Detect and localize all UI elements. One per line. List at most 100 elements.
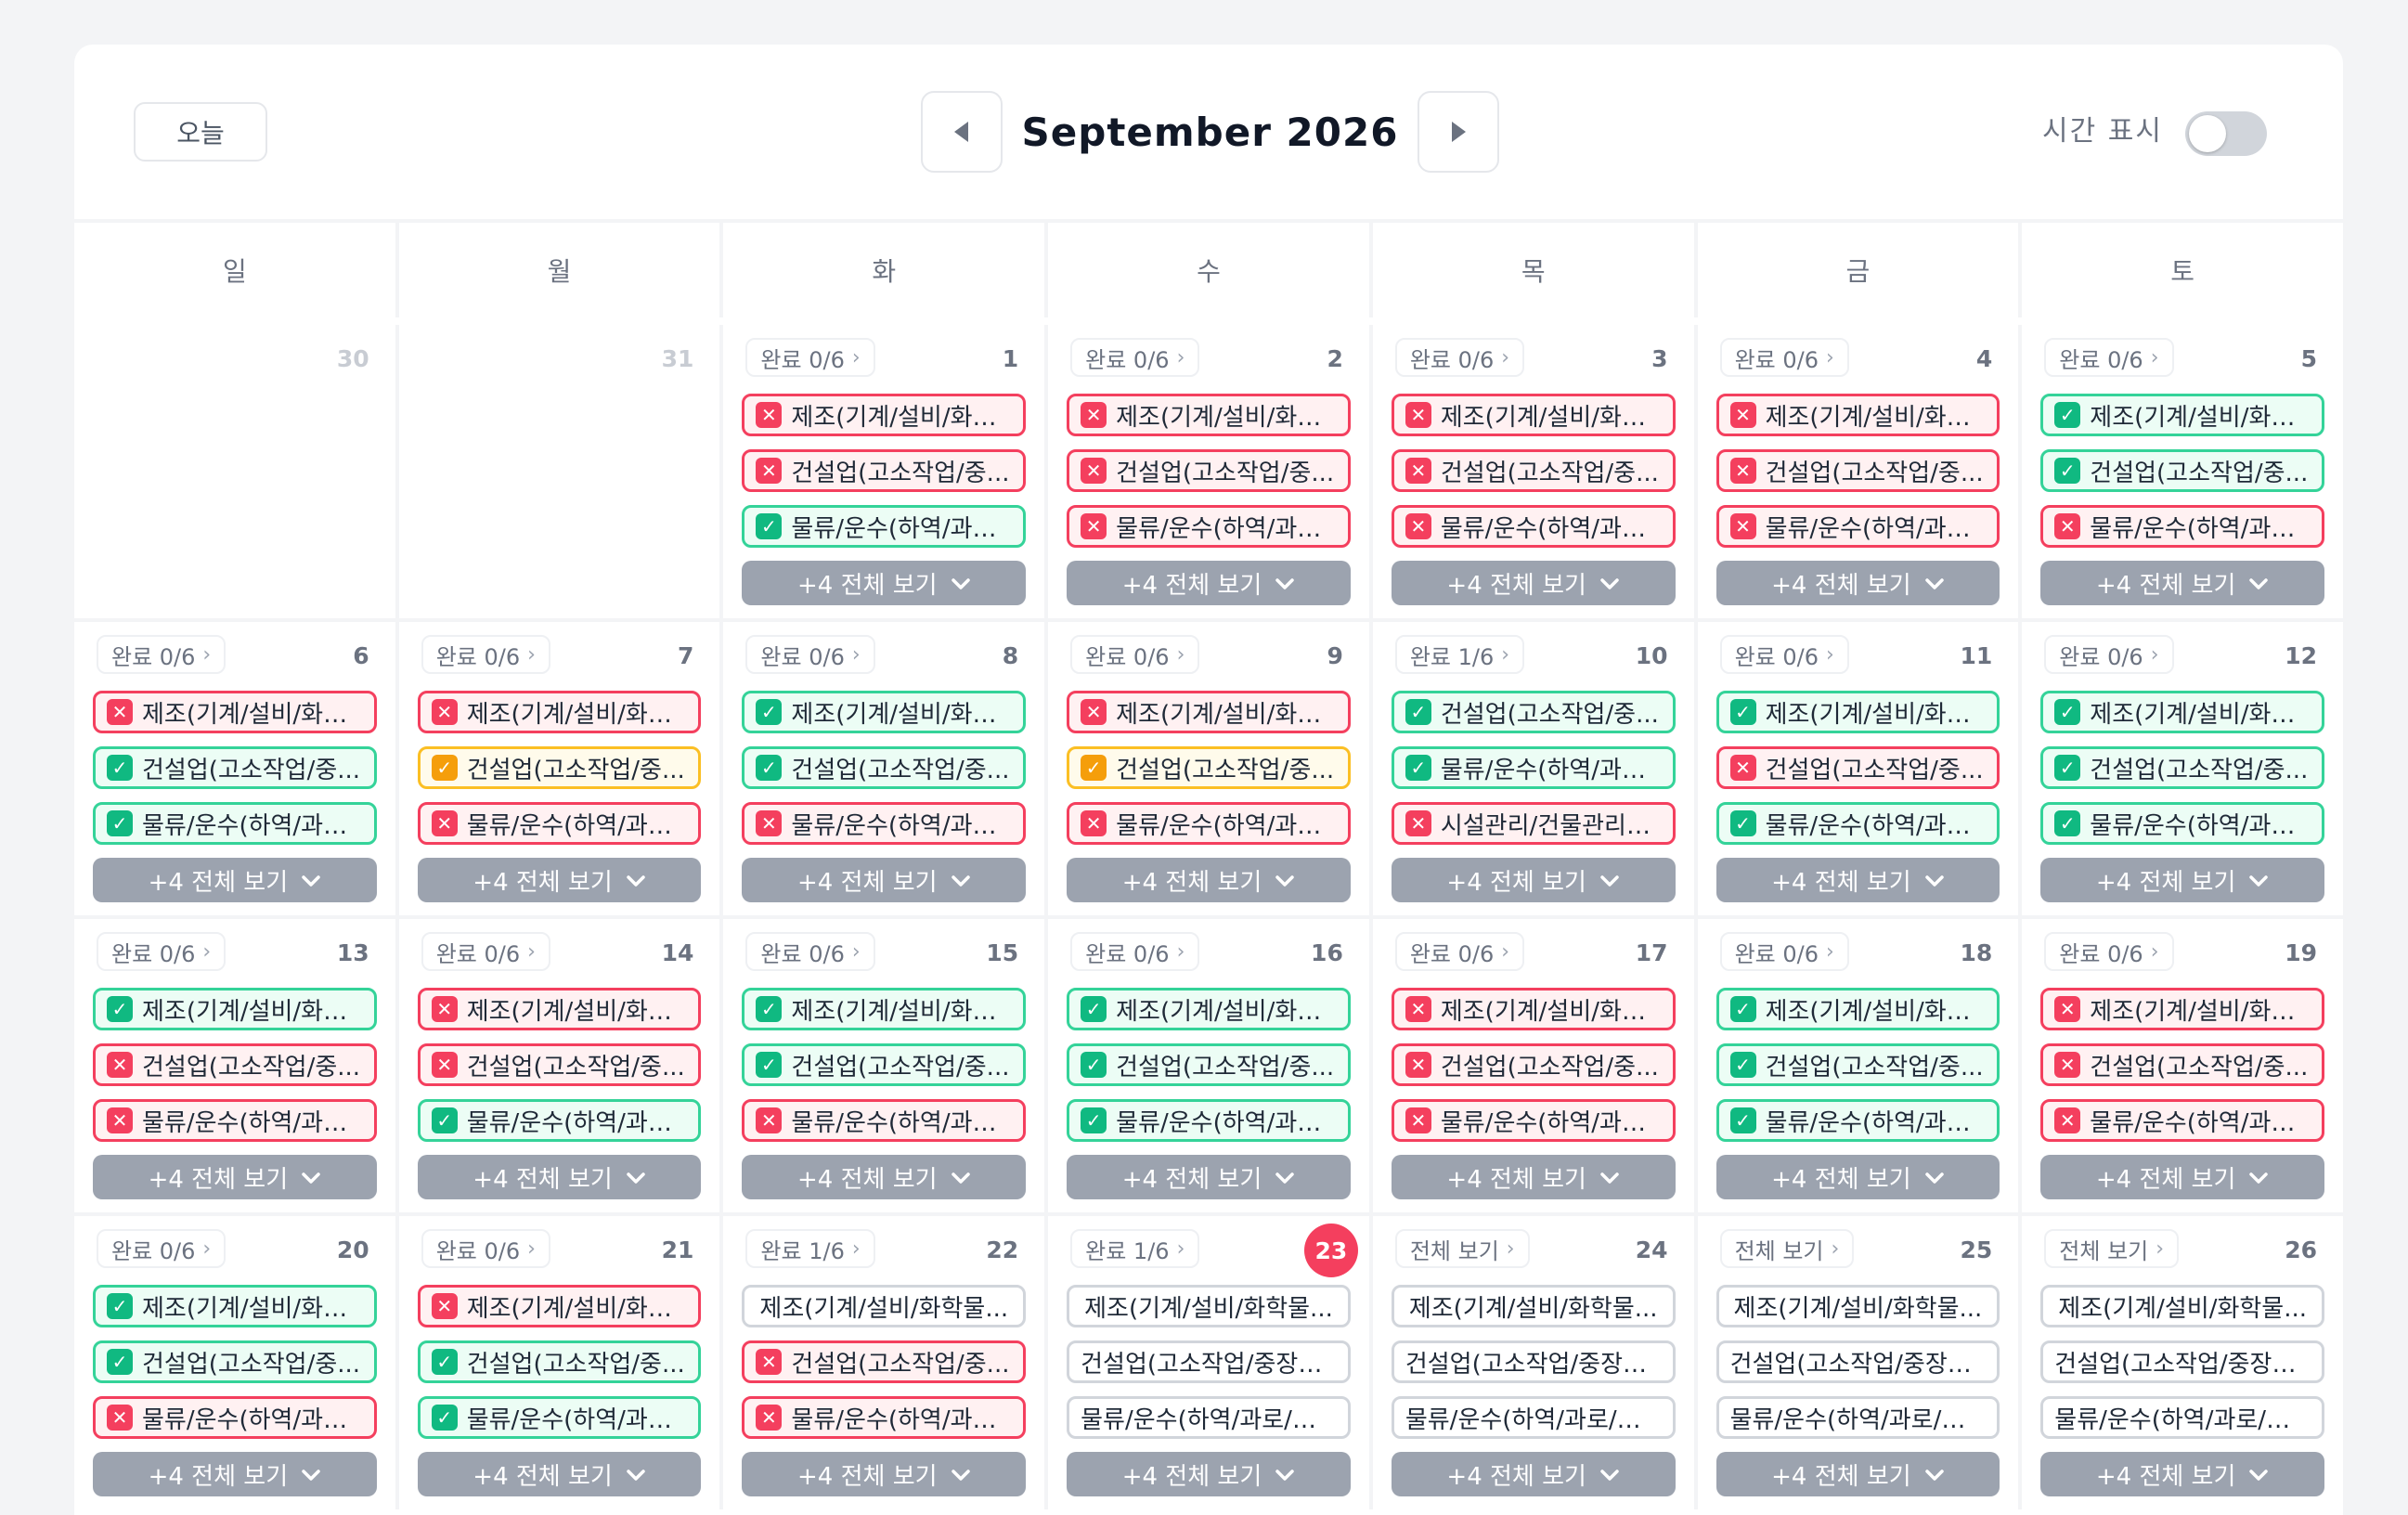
show-all-button[interactable]: +4 전체 보기	[742, 858, 1027, 902]
show-all-button[interactable]: +4 전체 보기	[2040, 1452, 2324, 1496]
completion-badge[interactable]: 완료 0/6 ›	[1719, 338, 1849, 377]
completion-badge[interactable]: 전체 보기 ›	[1394, 1229, 1530, 1268]
task-item[interactable]: 건설업(고소작업/중장비...	[1391, 1340, 1676, 1383]
task-item[interactable]: ✓ 건설업(고소작업/중...	[2040, 449, 2324, 492]
task-item[interactable]: ✓ 제조(기계/설비/화학...	[2040, 394, 2324, 436]
show-all-button[interactable]: +4 전체 보기	[1715, 1452, 2000, 1496]
task-item[interactable]: ✓ 물류/운수(하역/과로...	[742, 505, 1027, 548]
task-item[interactable]: ✓ 물류/운수(하역/과로...	[2040, 802, 2324, 845]
completion-badge[interactable]: 완료 0/6 ›	[1719, 932, 1849, 971]
show-all-button[interactable]: +4 전체 보기	[742, 1452, 1027, 1496]
show-all-button[interactable]: +4 전체 보기	[1391, 1155, 1676, 1199]
task-item[interactable]: ✕ 물류/운수(하역/과로...	[417, 802, 702, 845]
task-item[interactable]: ✕ 물류/운수(하역/과로...	[742, 1099, 1027, 1142]
day-cell[interactable]: 완료 0/6 › 1 ✕ 제조(기계/설비/화학... ✕ 건설업(고소작업/중... ✓ 물류…	[723, 325, 1045, 618]
task-item[interactable]: ✕ 건설업(고소작업/중...	[742, 1340, 1027, 1383]
show-all-button[interactable]: +4 전체 보기	[417, 1155, 702, 1199]
task-item[interactable]: 제조(기계/설비/화학물...	[1067, 1285, 1351, 1327]
task-item[interactable]: ✕ 제조(기계/설비/화학...	[1391, 988, 1676, 1030]
show-all-button[interactable]: +4 전체 보기	[93, 858, 377, 902]
show-all-button[interactable]: +4 전체 보기	[417, 1452, 702, 1496]
day-cell[interactable]: 완료 0/6 › 5 ✓ 제조(기계/설비/화학... ✓ 건설업(고소작업/중... ✕ 물류…	[2022, 325, 2343, 618]
show-all-button[interactable]: +4 전체 보기	[1715, 858, 2000, 902]
completion-badge[interactable]: 완료 0/6 ›	[1719, 635, 1849, 674]
task-item[interactable]: 제조(기계/설비/화학물...	[1715, 1285, 2000, 1327]
day-cell[interactable]: 완료 0/6 › 15 ✓ 제조(기계/설비/화학... ✓ 건설업(고소작업/중... ✕ 물…	[723, 919, 1045, 1212]
task-item[interactable]: 물류/운수(하역/과로/교...	[2040, 1396, 2324, 1439]
task-item[interactable]: 제조(기계/설비/화학물...	[742, 1285, 1027, 1327]
day-cell[interactable]: 완료 0/6 › 2 ✕ 제조(기계/설비/화학... ✕ 건설업(고소작업/중... ✕ 물류…	[1048, 325, 1369, 618]
day-cell[interactable]: 완료 0/6 › 7 ✕ 제조(기계/설비/화학... ✓ 건설업(고소작업/중... ✕ 물류…	[398, 622, 720, 915]
task-item[interactable]: ✓ 물류/운수(하역/과로...	[1715, 802, 2000, 845]
show-all-button[interactable]: +4 전체 보기	[742, 1155, 1027, 1199]
task-item[interactable]: ✓ 건설업(고소작업/중...	[417, 1340, 702, 1383]
task-item[interactable]: ✕ 제조(기계/설비/화학...	[417, 1285, 702, 1327]
day-cell[interactable]: 완료 0/6 › 11 ✓ 제조(기계/설비/화학... ✕ 건설업(고소작업/중... ✓ 물…	[1697, 622, 2019, 915]
show-all-button[interactable]: +4 전체 보기	[1067, 1452, 1351, 1496]
task-item[interactable]: ✕ 물류/운수(하역/과로...	[1391, 1099, 1676, 1142]
task-item[interactable]: ✕ 제조(기계/설비/화학...	[1391, 394, 1676, 436]
task-item[interactable]: ✓ 제조(기계/설비/화학...	[1067, 988, 1351, 1030]
task-item[interactable]: 건설업(고소작업/중장비...	[2040, 1340, 2324, 1383]
task-item[interactable]: 제조(기계/설비/화학물...	[2040, 1285, 2324, 1327]
task-item[interactable]: ✕ 물류/운수(하역/과로...	[1715, 505, 2000, 548]
day-cell[interactable]: 완료 0/6 › 13 ✓ 제조(기계/설비/화학... ✕ 건설업(고소작업/중... ✕ 물…	[74, 919, 395, 1212]
task-item[interactable]: ✕ 시설관리/건물관리업...	[1391, 802, 1676, 845]
task-item[interactable]: ✓ 건설업(고소작업/중...	[93, 746, 377, 789]
completion-badge[interactable]: 완료 0/6 ›	[1070, 635, 1200, 674]
task-item[interactable]: 건설업(고소작업/중장비...	[1715, 1340, 2000, 1383]
completion-badge[interactable]: 완료 0/6 ›	[745, 635, 875, 674]
completion-badge[interactable]: 완료 0/6 ›	[421, 1229, 550, 1268]
task-item[interactable]: ✓ 물류/운수(하역/과로...	[1067, 1099, 1351, 1142]
today-button[interactable]: 오늘	[134, 102, 267, 162]
completion-badge[interactable]: 완료 0/6 ›	[1070, 932, 1200, 971]
day-cell[interactable]: 완료 0/6 › 21 ✕ 제조(기계/설비/화학... ✓ 건설업(고소작업/중... ✓ 물…	[398, 1216, 720, 1509]
task-item[interactable]: ✓ 제조(기계/설비/화학...	[93, 1285, 377, 1327]
show-all-button[interactable]: +4 전체 보기	[2040, 1155, 2324, 1199]
task-item[interactable]: ✕ 건설업(고소작업/중...	[1715, 746, 2000, 789]
show-all-button[interactable]: +4 전체 보기	[1715, 1155, 2000, 1199]
task-item[interactable]: ✓ 제조(기계/설비/화학...	[2040, 691, 2324, 733]
task-item[interactable]: ✕ 제조(기계/설비/화학...	[2040, 988, 2324, 1030]
task-item[interactable]: ✕ 건설업(고소작업/중...	[742, 449, 1027, 492]
day-cell[interactable]: 완료 0/6 › 16 ✓ 제조(기계/설비/화학... ✓ 건설업(고소작업/중... ✓ 물…	[1048, 919, 1369, 1212]
task-item[interactable]: ✓ 물류/운수(하역/과로...	[417, 1099, 702, 1142]
completion-badge[interactable]: 완료 1/6 ›	[1394, 635, 1525, 674]
day-cell[interactable]: 완료 1/6 › 22 제조(기계/설비/화학물... ✕ 건설업(고소작업/중... ✕ 물…	[723, 1216, 1045, 1509]
show-all-button[interactable]: +4 전체 보기	[1715, 561, 2000, 605]
task-item[interactable]: ✕ 건설업(고소작업/중...	[417, 1043, 702, 1086]
completion-badge[interactable]: 완료 0/6 ›	[745, 932, 875, 971]
show-all-button[interactable]: +4 전체 보기	[93, 1155, 377, 1199]
day-cell[interactable]: 완료 0/6 › 8 ✓ 제조(기계/설비/화학... ✓ 건설업(고소작업/중... ✕ 물류…	[723, 622, 1045, 915]
task-item[interactable]: ✕ 제조(기계/설비/화학...	[417, 988, 702, 1030]
task-item[interactable]: ✕ 물류/운수(하역/과로...	[1391, 505, 1676, 548]
next-month-button[interactable]	[1418, 91, 1499, 173]
day-cell[interactable]: 완료 0/6 › 18 ✓ 제조(기계/설비/화학... ✓ 건설업(고소작업/중... ✓ 물…	[1697, 919, 2019, 1212]
day-cell[interactable]: 완료 1/6 › 10 ✓ 건설업(고소작업/중... ✓ 물류/운수(하역/과로... ✕ 시…	[1372, 622, 1694, 915]
task-item[interactable]: ✕ 물류/운수(하역/과로...	[1067, 802, 1351, 845]
task-item[interactable]: ✓ 건설업(고소작업/중...	[1067, 746, 1351, 789]
task-item[interactable]: ✓ 제조(기계/설비/화학...	[742, 691, 1027, 733]
task-item[interactable]: 건설업(고소작업/중장비...	[1067, 1340, 1351, 1383]
task-item[interactable]: ✓ 건설업(고소작업/중...	[93, 1340, 377, 1383]
completion-badge[interactable]: 완료 0/6 ›	[2044, 635, 2174, 674]
task-item[interactable]: ✓ 건설업(고소작업/중...	[742, 1043, 1027, 1086]
show-all-button[interactable]: +4 전체 보기	[742, 561, 1027, 605]
completion-badge[interactable]: 완료 1/6 ›	[1070, 1229, 1200, 1268]
task-item[interactable]: 제조(기계/설비/화학물...	[1391, 1285, 1676, 1327]
show-all-button[interactable]: +4 전체 보기	[1067, 1155, 1351, 1199]
day-cell[interactable]: 완료 0/6 › 14 ✕ 제조(기계/설비/화학... ✕ 건설업(고소작업/중... ✓ 물…	[398, 919, 720, 1212]
task-item[interactable]: 물류/운수(하역/과로/교...	[1067, 1396, 1351, 1439]
task-item[interactable]: ✕ 제조(기계/설비/화학...	[1067, 394, 1351, 436]
task-item[interactable]: ✕ 물류/운수(하역/과로...	[2040, 505, 2324, 548]
completion-badge[interactable]: 완료 0/6 ›	[97, 1229, 227, 1268]
task-item[interactable]: ✓ 물류/운수(하역/과로...	[1391, 746, 1676, 789]
time-display-toggle[interactable]	[2185, 111, 2267, 156]
day-cell[interactable]: 전체 보기 › 24 제조(기계/설비/화학물... 건설업(고소작업/중장비... 물류…	[1372, 1216, 1694, 1509]
task-item[interactable]: ✓ 제조(기계/설비/화학...	[1715, 988, 2000, 1030]
task-item[interactable]: ✕ 제조(기계/설비/화학...	[1067, 691, 1351, 733]
task-item[interactable]: ✕ 제조(기계/설비/화학...	[417, 691, 702, 733]
task-item[interactable]: ✓ 제조(기계/설비/화학...	[93, 988, 377, 1030]
day-cell[interactable]: 30	[74, 325, 395, 618]
day-cell[interactable]: 전체 보기 › 25 제조(기계/설비/화학물... 건설업(고소작업/중장비... 물류…	[1697, 1216, 2019, 1509]
